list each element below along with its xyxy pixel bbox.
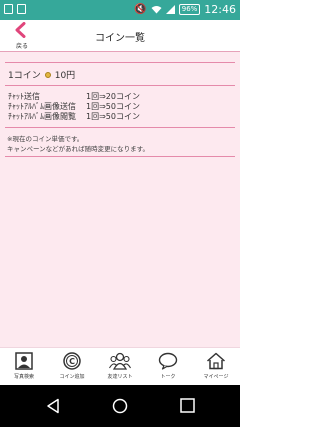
coin-icon (44, 71, 51, 78)
clock: 12:46 (204, 3, 236, 16)
coin-list-content: 1コイン 10円 ﾁｬｯﾄ送信 1回⇒20コイン ﾁｬｯﾄｱﾙﾊﾞﾑ画像送信 1… (0, 52, 240, 347)
nav-recents-icon[interactable] (180, 398, 195, 413)
tab-label: コイン追加 (59, 374, 85, 380)
notes: ※現在のコイン単価です。 キャンペーンなどがあれば随時変更になります。 (7, 134, 149, 154)
note-line: キャンペーンなどがあれば随時変更になります。 (7, 145, 150, 153)
signal-icon (165, 5, 175, 14)
bottom-tab-bar: 写真検索 C コイン追加 友達リスト トーク マイページ (0, 347, 240, 385)
tab-label: 友達リスト (107, 374, 133, 380)
price-row: ﾁｬｯﾄｱﾙﾊﾞﾑ画像送信 1回⇒50コイン (8, 102, 208, 112)
price-row: ﾁｬｯﾄｱﾙﾊﾞﾑ画像閲覧 1回⇒50コイン (8, 112, 208, 122)
divider (5, 62, 235, 63)
tab-talk[interactable]: トーク (144, 352, 192, 380)
talk-icon (158, 352, 178, 370)
app-notification-icon (17, 4, 26, 14)
price-value: 1回⇒50コイン (86, 112, 140, 121)
tab-my-page[interactable]: マイページ (192, 352, 240, 380)
price-name: ﾁｬｯﾄｱﾙﾊﾞﾑ画像送信 (8, 102, 76, 111)
page-title: コイン一覧 (95, 33, 145, 44)
tab-coin-add[interactable]: C コイン追加 (48, 352, 96, 380)
nav-home-icon[interactable] (112, 398, 128, 414)
image-notification-icon (4, 4, 13, 14)
coin-rate-label: 1コイン (8, 71, 41, 81)
coin-rate: 1コイン 10円 (8, 68, 75, 81)
price-value: 1回⇒20コイン (86, 92, 140, 101)
app-header: 戻る コイン一覧 (0, 20, 240, 52)
status-bar: 🔇 96% 12:46 (0, 0, 240, 20)
tab-photo-search[interactable]: 写真検索 (0, 352, 48, 380)
coin-add-icon: C (63, 352, 81, 370)
price-name: ﾁｬｯﾄ送信 (8, 92, 40, 101)
tab-label: マイページ (203, 374, 229, 380)
wifi-icon (151, 6, 162, 14)
photo-search-icon (15, 352, 33, 370)
divider (5, 85, 235, 86)
price-value: 1回⇒50コイン (86, 102, 140, 111)
system-nav-bar (0, 385, 240, 427)
divider (5, 127, 235, 128)
divider (5, 156, 235, 157)
tab-label: 写真検索 (13, 374, 34, 380)
friends-list-icon (109, 352, 131, 370)
price-row: ﾁｬｯﾄ送信 1回⇒20コイン (8, 92, 208, 102)
battery-indicator: 96% (178, 4, 201, 15)
price-list: ﾁｬｯﾄ送信 1回⇒20コイン ﾁｬｯﾄｱﾙﾊﾞﾑ画像送信 1回⇒50コイン ﾁ… (8, 92, 208, 122)
note-line: ※現在のコイン単価です。 (7, 135, 84, 143)
nav-back-icon[interactable] (46, 398, 60, 414)
tab-label: トーク (160, 374, 176, 380)
home-icon (207, 352, 225, 370)
mute-icon: 🔇 (134, 4, 147, 15)
coin-rate-price: 10円 (54, 71, 76, 81)
price-name: ﾁｬｯﾄｱﾙﾊﾞﾑ画像閲覧 (8, 112, 76, 121)
svg-text:C: C (69, 357, 75, 366)
tab-friends-list[interactable]: 友達リスト (96, 352, 144, 380)
